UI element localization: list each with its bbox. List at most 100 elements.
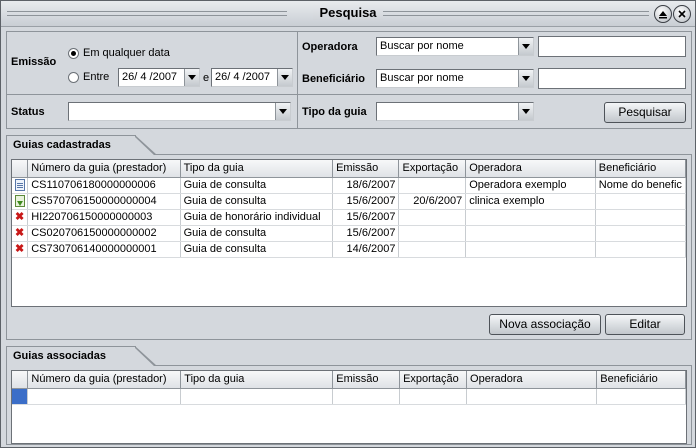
window-title: Pesquisa	[313, 5, 383, 20]
guide-export-date	[398, 209, 467, 226]
associated-guides-group: Número da guia (prestador) Tipo da guia …	[6, 365, 692, 445]
guide-issue-date: 15/6/2007	[332, 225, 400, 242]
title-bar: Pesquisa	[1, 1, 695, 27]
guide-export-date	[398, 241, 467, 258]
exported-icon	[14, 195, 25, 208]
guide-number: CS570706150000000004	[27, 193, 181, 210]
radio-date-range[interactable]	[68, 72, 79, 83]
tab-guias-associadas[interactable]: Guias associadas	[6, 346, 157, 367]
table-header-row: Número da guia (prestador) Tipo da guia …	[12, 371, 686, 389]
beneficiario-search-input[interactable]	[538, 68, 686, 89]
guide-beneficiary	[595, 209, 686, 226]
guide-beneficiary	[595, 193, 686, 210]
search-panel: Emissão Em qualquer data Entre 26/ 4 /20…	[6, 31, 692, 129]
guide-number: CS020706150000000002	[27, 225, 181, 242]
tab-guias-cadastradas-label: Guias cadastradas	[13, 139, 111, 151]
guide-type: Guia de consulta	[180, 177, 334, 194]
guide-operator	[465, 209, 596, 226]
chevron-down-icon[interactable]	[275, 103, 290, 120]
document-icon	[14, 179, 25, 192]
table-row[interactable]: ✖ HI220706150000000003 Guia de honorário…	[12, 209, 686, 226]
table-row[interactable]: ✖ CS020706150000000002 Guia de consulta …	[12, 225, 686, 242]
operadora-search-input[interactable]	[538, 36, 686, 57]
guide-beneficiary	[595, 225, 686, 242]
emissao-label: Emissão	[11, 56, 57, 68]
guide-export-date: 20/6/2007	[398, 193, 467, 210]
guide-beneficiary	[595, 241, 686, 258]
tipo-guia-label: Tipo da guia	[302, 106, 367, 118]
chevron-down-icon[interactable]	[184, 69, 199, 86]
guide-type: Guia de honorário individual	[180, 209, 334, 226]
column-header[interactable]: Número da guia (prestador)	[27, 371, 182, 389]
table-row[interactable]	[12, 388, 686, 405]
column-header[interactable]: Tipo da guia	[180, 371, 334, 389]
column-header[interactable]: Número da guia (prestador)	[27, 160, 181, 178]
column-header[interactable]: Exportação	[398, 160, 467, 178]
guide-number: HI220706150000000003	[27, 209, 181, 226]
operadora-label: Operadora	[302, 41, 358, 53]
close-icon[interactable]	[673, 5, 691, 23]
registered-guides-group: Número da guia (prestador) Tipo da guia …	[6, 154, 692, 340]
status-label: Status	[11, 106, 45, 118]
guide-issue-date: 15/6/2007	[332, 209, 400, 226]
new-association-button[interactable]: Nova associação	[489, 314, 601, 335]
guide-type: Guia de consulta	[180, 193, 334, 210]
collapse-up-icon[interactable]	[654, 5, 672, 23]
date-to-value: 26/ 4 /2007	[215, 71, 271, 83]
table-row[interactable]: ✖ CS730706140000000001 Guia de consulta …	[12, 241, 686, 258]
date-to-picker[interactable]: 26/ 4 /2007	[211, 68, 293, 87]
chevron-down-icon[interactable]	[518, 38, 533, 55]
chevron-down-icon[interactable]	[518, 70, 533, 87]
tipo-guia-select[interactable]	[376, 102, 534, 121]
guide-issue-date: 15/6/2007	[332, 193, 400, 210]
guide-operator	[465, 225, 596, 242]
date-from-value: 26/ 4 /2007	[122, 71, 178, 83]
chevron-down-icon[interactable]	[277, 69, 292, 86]
associated-guides-table[interactable]: Número da guia (prestador) Tipo da guia …	[11, 370, 687, 444]
status-select[interactable]	[68, 102, 291, 121]
date-and-label: e	[203, 72, 210, 84]
column-header[interactable]: Emissão	[332, 371, 401, 389]
search-window: Pesquisa Emissão Em qualquer data Entre …	[0, 0, 696, 448]
operadora-mode-select[interactable]: Buscar por nome	[376, 37, 534, 56]
guide-type: Guia de consulta	[180, 225, 334, 242]
column-header-icon	[12, 371, 29, 389]
column-header[interactable]: Emissão	[332, 160, 400, 178]
beneficiario-label: Beneficiário	[302, 73, 365, 85]
table-row[interactable]: CS110706180000000006 Guia de consulta 18…	[12, 177, 686, 194]
edit-button[interactable]: Editar	[605, 314, 685, 335]
row-selector[interactable]	[12, 388, 29, 405]
error-x-icon: ✖	[14, 227, 25, 240]
radio-any-date[interactable]	[68, 48, 79, 59]
column-header[interactable]: Beneficiário	[595, 160, 686, 178]
column-header[interactable]: Tipo da guia	[180, 160, 334, 178]
chevron-down-icon[interactable]	[518, 103, 533, 120]
table-row[interactable]: CS570706150000000004 Guia de consulta 15…	[12, 193, 686, 210]
tab-guias-cadastradas[interactable]: Guias cadastradas	[6, 135, 157, 156]
column-header-icon	[12, 160, 29, 178]
guide-beneficiary: Nome do benefic	[595, 177, 686, 194]
radio-date-range-label[interactable]: Entre	[83, 71, 109, 83]
guide-number: CS730706140000000001	[27, 241, 181, 258]
guide-number: CS110706180000000006	[27, 177, 181, 194]
search-button[interactable]: Pesquisar	[604, 102, 686, 123]
column-header[interactable]: Beneficiário	[596, 371, 686, 389]
radio-any-date-label[interactable]: Em qualquer data	[83, 47, 170, 59]
column-header[interactable]: Operadora	[465, 160, 596, 178]
operadora-mode-value: Buscar por nome	[380, 40, 464, 52]
column-header[interactable]: Exportação	[399, 371, 468, 389]
error-x-icon: ✖	[14, 211, 25, 224]
guide-export-date	[398, 225, 467, 242]
guide-type: Guia de consulta	[180, 241, 334, 258]
guide-operator: clinica exemplo	[465, 193, 596, 210]
column-header[interactable]: Operadora	[466, 371, 598, 389]
registered-guides-table[interactable]: Número da guia (prestador) Tipo da guia …	[11, 159, 687, 307]
date-from-picker[interactable]: 26/ 4 /2007	[118, 68, 200, 87]
beneficiario-mode-select[interactable]: Buscar por nome	[376, 69, 534, 88]
guide-issue-date: 18/6/2007	[332, 177, 400, 194]
beneficiario-mode-value: Buscar por nome	[380, 72, 464, 84]
error-x-icon: ✖	[14, 243, 25, 256]
guide-operator: Operadora exemplo	[465, 177, 596, 194]
table-header-row: Número da guia (prestador) Tipo da guia …	[12, 160, 686, 178]
guide-export-date	[398, 177, 467, 194]
